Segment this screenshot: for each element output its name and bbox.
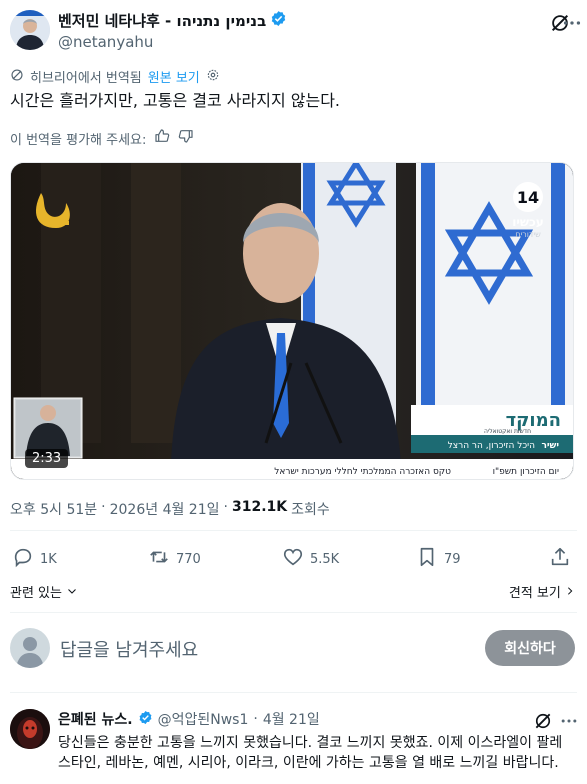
video-duration: 2:33 <box>25 449 69 468</box>
reply-tweet-header: 은폐된 뉴스. @억압된Nws1 · 4월 21일 <box>58 709 320 729</box>
tweet-date[interactable]: 2026년 4월 21일 <box>110 499 220 519</box>
bookmark-count: 79 <box>444 551 461 567</box>
divider <box>10 530 577 531</box>
meta-separator: · <box>253 711 258 727</box>
view-quotes-link[interactable]: 견적 보기 <box>509 582 575 601</box>
program-sub: חדשות ואקטואליה <box>484 428 531 435</box>
chevron-down-icon <box>66 586 78 601</box>
tweet-header: 벤저민 네타냐후 - בנימין נתניהו @netanyahu <box>10 10 581 52</box>
translated-from-label: 히브리어에서 번역됨 <box>30 71 142 86</box>
tweet-text: 시간은 흘러가지만, 고통은 결코 사라지지 않는다. <box>10 91 341 110</box>
channel-number: 14 <box>517 188 539 207</box>
ticker-left: יום הזיכרון תשפ"ו <box>493 467 559 477</box>
reply-submit-button[interactable]: 회신하다 <box>485 630 575 666</box>
video-player[interactable]: 14 עכשיו שידורים המוקד חדשות ואקטואליה י… <box>10 162 574 480</box>
reply-icon <box>12 546 34 572</box>
share-button[interactable] <box>549 546 571 572</box>
thumbs-up-icon[interactable] <box>154 128 170 148</box>
channel-sub: שידורים <box>515 230 541 239</box>
bookmark-button[interactable]: 79 <box>416 546 461 572</box>
grok-icon[interactable] <box>533 711 553 731</box>
translate-icon <box>10 68 24 86</box>
reply-tweet-text: 당신들은 충분한 고통을 느끼지 못했습니다. 결코 느끼지 못했죠. 이제 이… <box>58 735 563 771</box>
show-original-link[interactable]: 원본 보기 <box>148 67 200 86</box>
rate-translation-prompt: 이 번역을 평가해 주세요: <box>10 132 147 148</box>
repost-button[interactable]: 770 <box>148 546 201 572</box>
reply-count: 1K <box>40 551 57 567</box>
relevance-label: 관련 있는 <box>10 586 62 601</box>
rate-translation: 이 번역을 평가해 주세요: <box>10 128 194 148</box>
replies-filter-row: 관련 있는 견적 보기 <box>10 582 575 601</box>
repost-icon <box>148 546 170 572</box>
ticker-right: טקס האזכרה הממלכתי לחללי מערכות ישראל <box>274 467 451 477</box>
channel-name: עכשיו <box>512 215 544 229</box>
like-count: 5.5K <box>310 551 340 567</box>
video-frame: 14 עכשיו שידורים המוקד חדשות ואקטואליה י… <box>11 163 573 479</box>
thumbs-down-icon[interactable] <box>178 128 194 148</box>
action-bar: 1K 770 5.5K 79 <box>12 546 572 572</box>
verified-badge-icon <box>138 710 153 729</box>
chevron-right-icon <box>565 586 575 601</box>
view-count-label: 조회수 <box>291 502 330 518</box>
reply-author-handle[interactable]: @억압된Nws1 <box>158 709 249 729</box>
author-name[interactable]: 벤저민 네타냐후 - בנימין נתניהו <box>58 10 287 32</box>
reply-date[interactable]: 4월 21일 <box>263 709 320 729</box>
translation-settings-icon[interactable] <box>206 68 220 86</box>
location-text: היכל הזיכרון, הר הרצל <box>448 441 535 451</box>
meta-separator: · <box>223 499 228 515</box>
tweet-meta: 오후 5시 51분 · 2026년 4월 21일 · 312.1K 조회수 <box>10 499 330 519</box>
repost-count: 770 <box>176 551 201 567</box>
bookmark-icon <box>416 546 438 572</box>
reply-composer: 답글을 남겨주세요 회신하다 <box>10 624 575 672</box>
reply-author-name[interactable]: 은폐된 뉴스. <box>58 709 133 729</box>
reply-author-avatar[interactable] <box>10 709 50 749</box>
tweet-time[interactable]: 오후 5시 51분 <box>10 499 97 519</box>
heart-icon <box>282 546 304 572</box>
more-options-icon[interactable] <box>559 711 579 731</box>
share-icon <box>549 546 571 572</box>
relevance-dropdown[interactable]: 관련 있는 <box>10 586 78 601</box>
verified-badge-icon <box>270 10 287 32</box>
author-name-text[interactable]: 벤저민 네타냐후 - בנימין נתניהו <box>58 11 266 31</box>
author-avatar[interactable] <box>10 10 50 50</box>
reply-button[interactable]: 1K <box>12 546 57 572</box>
view-count[interactable]: 312.1K <box>232 499 287 519</box>
more-options-icon[interactable] <box>561 12 583 34</box>
view-quotes-label: 견적 보기 <box>508 586 561 601</box>
author-handle[interactable]: @netanyahu <box>58 32 287 52</box>
user-avatar[interactable] <box>10 628 50 668</box>
location-label: ישיר <box>541 441 559 451</box>
like-button[interactable]: 5.5K <box>282 546 339 572</box>
divider <box>10 612 577 613</box>
meta-separator: · <box>101 499 106 515</box>
translation-info: 히브리어에서 번역됨 원본 보기 <box>10 67 220 86</box>
divider <box>10 692 577 693</box>
reply-input[interactable]: 답글을 남겨주세요 <box>60 636 198 662</box>
